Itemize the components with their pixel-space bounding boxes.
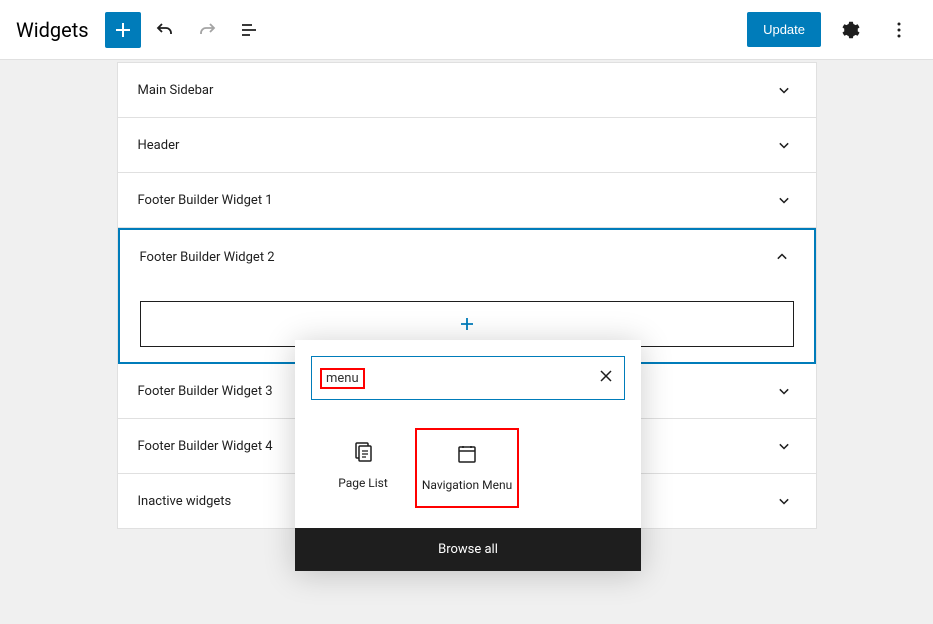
list-view-button[interactable] [231, 12, 267, 48]
undo-icon [153, 18, 177, 42]
widget-area-label: Footer Builder Widget 1 [138, 193, 273, 208]
widget-area-label: Footer Builder Widget 3 [138, 384, 273, 399]
undo-button[interactable] [147, 12, 183, 48]
chevron-down-icon [772, 489, 796, 513]
widget-area-header-row: Footer Builder Widget 2 [140, 245, 794, 269]
blocks-grid: Page List Navigation Menu [295, 416, 641, 528]
plus-icon [111, 18, 135, 42]
chevron-up-icon [770, 245, 794, 269]
list-view-icon [237, 18, 261, 42]
close-icon [596, 366, 616, 386]
chevron-down-icon [772, 379, 796, 403]
widget-area-label: Header [138, 138, 180, 153]
clear-search-button[interactable] [596, 366, 616, 390]
redo-icon [195, 18, 219, 42]
search-input[interactable]: menu [311, 356, 625, 400]
header-right: Update [747, 12, 917, 48]
block-label: Navigation Menu [422, 478, 512, 494]
widget-area-label: Inactive widgets [138, 494, 232, 509]
chevron-down-icon [772, 78, 796, 102]
widget-area-label: Main Sidebar [138, 83, 214, 98]
plus-icon [455, 312, 479, 336]
widget-area-label: Footer Builder Widget 4 [138, 439, 273, 454]
navigation-menu-icon [455, 442, 479, 466]
widget-area-footer-1[interactable]: Footer Builder Widget 1 [118, 173, 816, 228]
widget-area-main-sidebar[interactable]: Main Sidebar [118, 63, 816, 118]
more-options-button[interactable] [881, 12, 917, 48]
widget-area-header[interactable]: Header [118, 118, 816, 173]
block-label: Page List [338, 476, 388, 492]
browse-all-button[interactable]: Browse all [295, 528, 641, 571]
kebab-icon [887, 18, 911, 42]
update-button[interactable]: Update [747, 12, 821, 47]
chevron-down-icon [772, 434, 796, 458]
top-header: Widgets Update [0, 0, 933, 60]
block-page-list[interactable]: Page List [311, 428, 415, 508]
page-title: Widgets [16, 18, 89, 42]
gear-icon [840, 19, 862, 41]
chevron-down-icon [772, 188, 796, 212]
redo-button[interactable] [189, 12, 225, 48]
settings-button[interactable] [833, 12, 869, 48]
block-navigation-menu[interactable]: Navigation Menu [415, 428, 519, 508]
widget-area-label: Footer Builder Widget 2 [140, 250, 275, 265]
header-left: Widgets [16, 12, 267, 48]
page-list-icon [351, 440, 375, 464]
search-value: menu [320, 368, 365, 389]
chevron-down-icon [772, 133, 796, 157]
block-inserter-popover: menu Page List Navigation Menu Browse al… [295, 340, 641, 571]
search-wrapper: menu [295, 340, 641, 416]
add-block-button[interactable] [105, 12, 141, 48]
